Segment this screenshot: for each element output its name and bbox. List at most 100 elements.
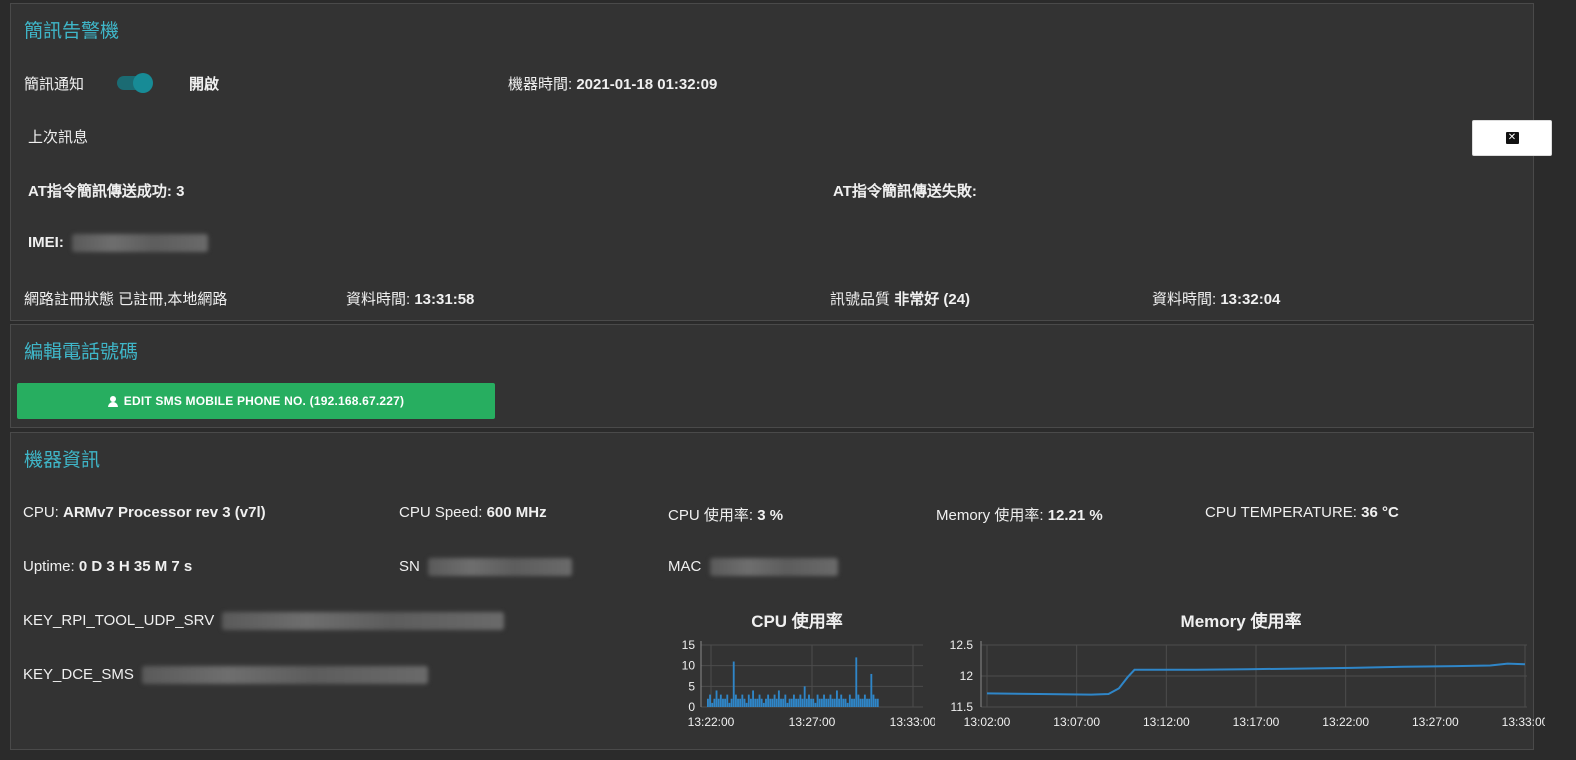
cpu-bar bbox=[846, 702, 849, 707]
key2: KEY_DCE_SMS bbox=[23, 666, 429, 685]
key1: KEY_RPI_TOOL_UDP_SRV bbox=[23, 612, 505, 631]
cpu-bar bbox=[782, 698, 785, 707]
cpu-bar bbox=[717, 698, 720, 707]
cpu-bar bbox=[874, 698, 877, 707]
data-time-value: 13:31:58 bbox=[414, 291, 475, 308]
sms-panel: 簡訊告警機 簡訊通知 開啟 機器時間: 2021-01-18 01:32:09 … bbox=[10, 3, 1552, 321]
net-reg-label: 網路註冊狀態 bbox=[24, 291, 115, 308]
cpu-bar bbox=[797, 698, 800, 707]
cpu-bar bbox=[814, 702, 817, 707]
cpu-bar bbox=[743, 698, 746, 707]
y-tick-label: 12.5 bbox=[950, 638, 974, 652]
x-tick-label: 13:17:00 bbox=[1233, 715, 1280, 729]
user-icon bbox=[107, 395, 118, 407]
cpu-bar bbox=[769, 698, 772, 707]
cpu-bar bbox=[861, 698, 864, 707]
cpu-bar bbox=[831, 698, 834, 707]
cpu-usage: CPU 使用率: 3 % bbox=[668, 504, 783, 525]
cpu-bar bbox=[745, 702, 748, 707]
cpu-bar bbox=[715, 690, 718, 707]
notify-toggle[interactable] bbox=[117, 73, 153, 93]
cpu-bar bbox=[866, 698, 868, 707]
net-reg: 網路註冊狀態 已註冊,本地網路 bbox=[24, 288, 227, 309]
y-tick-label: 5 bbox=[688, 679, 695, 693]
cpu-bar bbox=[820, 698, 823, 707]
edit-phone-button[interactable]: EDIT SMS MOBILE PHONE NO. (192.168.67.22… bbox=[17, 383, 495, 419]
uptime: Uptime: 0 D 3 H 35 M 7 s bbox=[23, 558, 192, 575]
sn-label: SN bbox=[399, 558, 420, 575]
cpu-bar bbox=[848, 694, 851, 707]
x-tick-label: 13:33:00 bbox=[1502, 715, 1545, 729]
panel-title: 編輯電話號碼 bbox=[24, 342, 139, 363]
cpu-bar bbox=[812, 698, 815, 707]
cpu-bar bbox=[758, 694, 761, 707]
cpu-bar bbox=[795, 698, 797, 707]
cpu-bar bbox=[810, 698, 813, 707]
cpu-bar bbox=[767, 694, 770, 707]
cpu-bar bbox=[805, 698, 808, 707]
cpu-bar bbox=[739, 698, 742, 707]
cpu-bar bbox=[844, 698, 847, 707]
close-button[interactable]: ✕ bbox=[1472, 120, 1552, 156]
mac-label: MAC bbox=[668, 558, 702, 575]
y-tick-label: 0 bbox=[688, 700, 695, 714]
panel-title: 簡訊告警機 bbox=[24, 21, 120, 42]
at-success: AT指令簡訊傳送成功: 3 bbox=[28, 180, 184, 201]
cpu-bar bbox=[737, 698, 739, 707]
cpu-bar bbox=[851, 698, 853, 707]
signal-value: 非常好 (24) bbox=[894, 291, 971, 308]
toggle-knob bbox=[133, 73, 153, 93]
info-panel: 機器資訊 CPU: ARMv7 Processor rev 3 (v7l) CP… bbox=[10, 432, 1545, 750]
at-fail-label: AT指令簡訊傳送失敗: bbox=[833, 183, 977, 200]
cpu-bar bbox=[734, 694, 737, 707]
close-icon: ✕ bbox=[1505, 132, 1519, 144]
mac: MAC bbox=[668, 558, 838, 577]
cpu-bar bbox=[754, 698, 757, 707]
cpu-bar bbox=[833, 698, 836, 707]
cpu-bar bbox=[752, 690, 754, 707]
mem-usage-value: 12.21 % bbox=[1047, 507, 1103, 524]
cpu-bar bbox=[853, 698, 856, 707]
imei: IMEI: bbox=[28, 234, 209, 253]
cpu-bar bbox=[777, 690, 780, 707]
mac-redacted bbox=[709, 558, 838, 577]
cpu-bar bbox=[816, 694, 819, 707]
cpu-value: ARMv7 Processor rev 3 (v7l) bbox=[63, 504, 266, 521]
cpu-bar bbox=[876, 698, 879, 707]
cpu-bar bbox=[722, 698, 724, 707]
key1-label: KEY_RPI_TOOL_UDP_SRV bbox=[23, 612, 215, 629]
x-tick-label: 13:22:00 bbox=[1322, 715, 1369, 729]
cpu-chart-title: CPU 使用率 bbox=[751, 612, 843, 631]
cpu-usage-value: 3 % bbox=[757, 507, 784, 524]
key2-label: KEY_DCE_SMS bbox=[23, 666, 134, 683]
phone-panel: 編輯電話號碼 EDIT SMS MOBILE PHONE NO. (192.16… bbox=[10, 324, 1534, 428]
cpu-bar bbox=[868, 698, 871, 707]
net-reg-value: 已註冊,本地網路 bbox=[118, 291, 228, 308]
uptime-value: 0 D 3 H 35 M 7 s bbox=[78, 558, 193, 575]
cpu-temp-label: CPU TEMPERATURE: bbox=[1205, 504, 1357, 521]
cpu-label: CPU: bbox=[23, 504, 59, 521]
cpu-speed-value: 600 MHz bbox=[486, 504, 547, 521]
cpu-bar bbox=[818, 698, 821, 707]
cpu-bar bbox=[730, 698, 733, 707]
at-success-value: 3 bbox=[176, 183, 185, 200]
cpu-bar bbox=[771, 698, 774, 707]
cpu-usage-label: CPU 使用率: bbox=[668, 507, 754, 524]
cpu-bar bbox=[756, 698, 759, 707]
x-tick-label: 13:33:00 bbox=[890, 715, 935, 729]
cpu-bar bbox=[726, 694, 729, 707]
cpu-bar bbox=[784, 694, 787, 707]
cpu-bar bbox=[840, 694, 843, 707]
cpu-bar bbox=[793, 694, 795, 707]
last-message-label: 上次訊息 bbox=[28, 129, 89, 146]
data-time-2: 資料時間: 13:32:04 bbox=[1152, 288, 1280, 309]
cpu-temp-value: 36 °C bbox=[1361, 504, 1399, 521]
cpu-bar bbox=[823, 694, 825, 707]
cpu-bar bbox=[825, 698, 828, 707]
cpu-bar bbox=[838, 698, 840, 707]
cpu-bar bbox=[741, 694, 744, 707]
cpu-bar bbox=[857, 694, 860, 707]
imei-redacted bbox=[72, 234, 209, 253]
machine-time: 機器時間: 2021-01-18 01:32:09 bbox=[508, 73, 717, 94]
key1-redacted bbox=[222, 612, 505, 631]
